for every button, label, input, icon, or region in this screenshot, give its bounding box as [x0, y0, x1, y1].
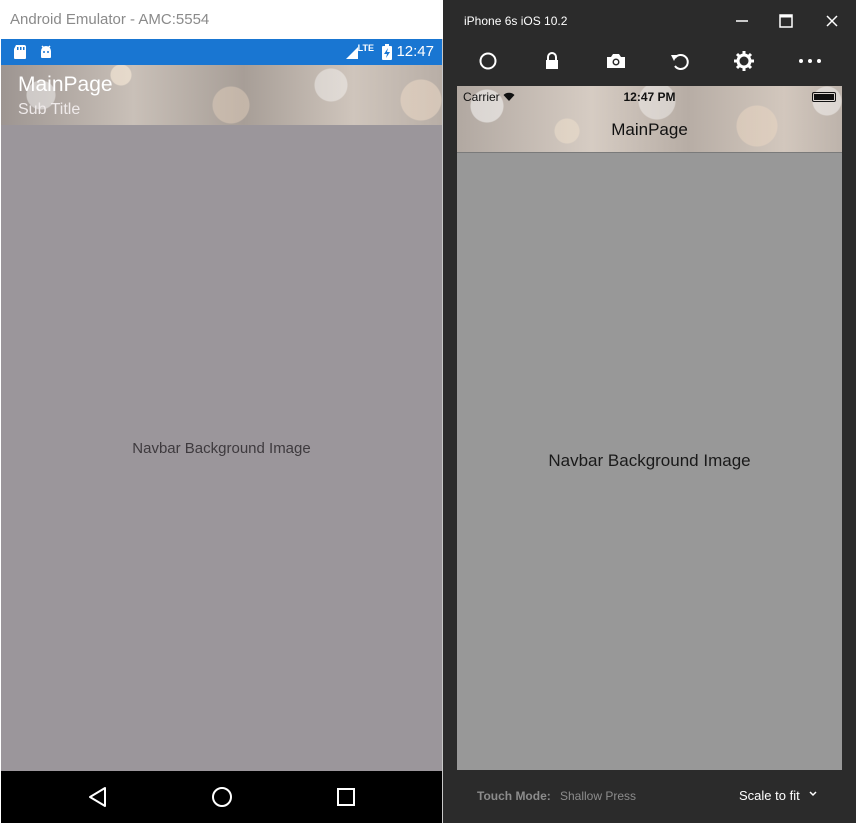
android-status-time: 12:47 [396, 43, 434, 60]
page-subtitle: Sub Title [18, 101, 81, 118]
chevron-down-icon[interactable] [808, 789, 818, 799]
touch-mode-value[interactable]: Shallow Press [560, 789, 636, 803]
content-label: Navbar Background Image [132, 440, 311, 457]
ios-screen: Carrier 12:47 PM MainPage Navbar Backgro… [457, 86, 842, 770]
lock-icon[interactable] [539, 48, 565, 74]
android-screen: LTE 12:47 MainPage Sub Title Navbar Back… [1, 39, 442, 823]
page-title: MainPage [18, 73, 113, 96]
close-icon[interactable] [817, 10, 847, 32]
rotate-icon[interactable] [667, 48, 693, 74]
home-icon[interactable] [209, 784, 235, 810]
ios-simulator-window: iPhone 6s iOS 10.2 Carrier 12:47 PM Main… [444, 0, 856, 823]
android-nav-bar [1, 771, 442, 823]
camera-icon[interactable] [603, 48, 629, 74]
back-icon[interactable] [85, 784, 111, 810]
settings-icon[interactable] [731, 48, 757, 74]
signal-icon [346, 47, 358, 59]
android-toolbar: MainPage Sub Title [1, 65, 442, 125]
scale-dropdown[interactable]: Scale to fit [739, 788, 800, 803]
touch-mode-label: Touch Mode: [477, 789, 551, 803]
sd-card-icon [14, 45, 26, 59]
minimize-icon[interactable] [727, 10, 757, 32]
ios-navigation-bar: Carrier 12:47 PM MainPage [457, 86, 842, 153]
lte-label: LTE [357, 43, 374, 53]
content-label: Navbar Background Image [548, 451, 751, 470]
android-window-titlebar[interactable]: Android Emulator - AMC:5554 [0, 0, 443, 39]
more-icon[interactable] [797, 48, 823, 74]
page-title: MainPage [611, 120, 688, 139]
battery-icon [812, 92, 836, 102]
ios-window-title: iPhone 6s iOS 10.2 [464, 14, 568, 28]
ios-window-titlebar[interactable]: iPhone 6s iOS 10.2 [444, 0, 856, 42]
battery-charging-icon [382, 44, 392, 60]
android-status-bar: LTE 12:47 [1, 39, 442, 65]
android-debug-icon [41, 45, 51, 58]
android-window-title: Android Emulator - AMC:5554 [10, 11, 210, 28]
recents-icon[interactable] [333, 784, 359, 810]
maximize-icon[interactable] [771, 10, 801, 32]
android-emulator-window: Android Emulator - AMC:5554 LTE 12:47 Ma… [0, 0, 443, 823]
home-icon[interactable] [475, 48, 501, 74]
simulator-bottom-bar: Touch Mode: Shallow Press Scale to fit [444, 770, 856, 823]
ios-status-time: 12:47 PM [623, 90, 676, 104]
